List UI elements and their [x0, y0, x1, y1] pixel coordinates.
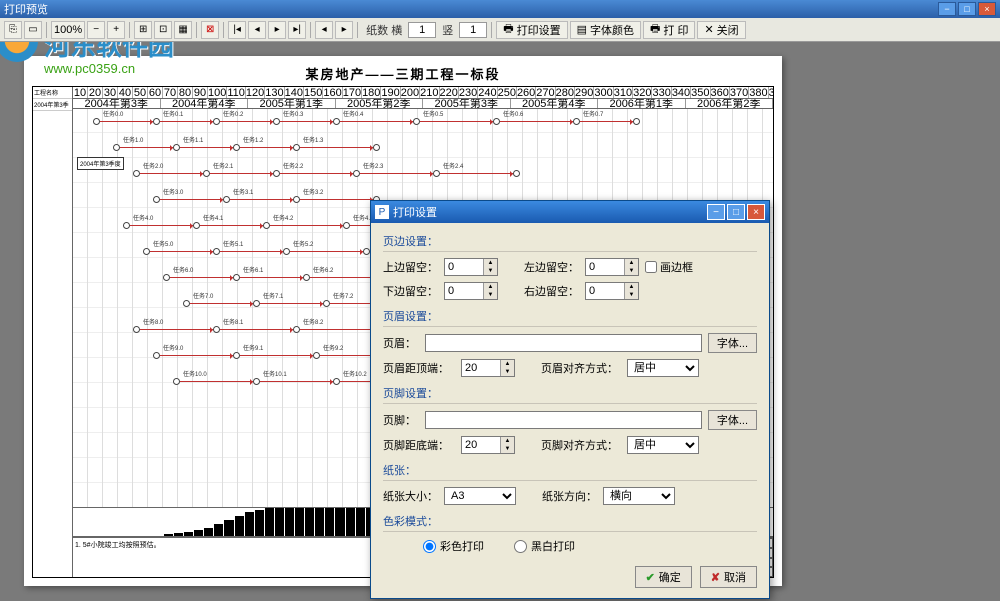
header-font-button[interactable]: 字体...	[708, 333, 757, 353]
footer-dist-label: 页脚距底端：	[383, 437, 455, 453]
fit-button[interactable]: ⊡	[154, 21, 172, 39]
header-dist-label: 页眉距顶端：	[383, 360, 455, 376]
font-color-button[interactable]: ▤字体颜色	[570, 21, 641, 39]
left-margin-label: 左边留空：	[524, 259, 579, 275]
paper-v-input[interactable]	[459, 22, 487, 38]
paper-size-label: 纸张大小：	[383, 488, 438, 504]
paper-mid-label: 竖	[438, 22, 457, 38]
footer-font-button[interactable]: 字体...	[708, 410, 757, 430]
bottom-margin-label: 下边留空：	[383, 283, 438, 299]
zoom-out-button[interactable]: −	[87, 21, 105, 39]
zoom-in-button[interactable]: +	[107, 21, 125, 39]
preview-area: 河东软件园 www.pc0359.cn 某房地产——三期工程一标段 工程名称 2…	[0, 42, 1000, 601]
right-margin-input[interactable]: ▲▼	[585, 282, 639, 300]
paper-orient-select[interactable]: 横向	[603, 487, 675, 505]
margin-section-title: 页边设置：	[383, 231, 757, 252]
maximize-button[interactable]: □	[958, 2, 976, 16]
footer-input[interactable]	[425, 411, 702, 429]
dialog-minimize-button[interactable]: −	[707, 204, 725, 220]
chart-dateband: 2004年第3季2004年第4季2005年第1季2005年第2季2005年第3季…	[73, 99, 773, 109]
dialog-close-button[interactable]: ×	[747, 204, 765, 220]
dialog-titlebar[interactable]: P 打印设置 − □ ×	[371, 201, 769, 223]
minimize-button[interactable]: −	[938, 2, 956, 16]
top-margin-input[interactable]: ▲▼	[444, 258, 498, 276]
dialog-maximize-button[interactable]: □	[727, 204, 745, 220]
x-icon: ✘	[711, 571, 720, 584]
left-column: 工程名称 2004年第3季	[33, 87, 73, 577]
chart-ruler: 1020304050607080901001101201301401501601…	[73, 87, 773, 99]
footer-label: 页脚：	[383, 412, 419, 428]
header-label: 页眉：	[383, 335, 419, 351]
tool-btn[interactable]: ⎘	[4, 21, 22, 39]
next-page-button[interactable]: ▸	[268, 21, 286, 39]
zoom-value[interactable]: 100%	[51, 21, 85, 39]
color-print-radio[interactable]: 彩色打印	[423, 538, 484, 554]
header-align-select[interactable]: 居中	[627, 359, 699, 377]
print-button[interactable]: 🖶打 印	[643, 21, 695, 39]
header-align-label: 页眉对齐方式：	[541, 360, 621, 376]
align-button[interactable]: ⊠	[201, 21, 219, 39]
color-icon: ▤	[577, 23, 587, 36]
bw-print-radio[interactable]: 黑白打印	[514, 538, 575, 554]
chart-title: 某房地产——三期工程一标段	[24, 56, 782, 87]
fit-button[interactable]: ▦	[174, 21, 192, 39]
left-margin-input[interactable]: ▲▼	[585, 258, 639, 276]
close-icon: ✕	[704, 23, 713, 36]
footer-align-select[interactable]: 居中	[627, 436, 699, 454]
footer-dist-input[interactable]: ▲▼	[461, 436, 515, 454]
dialog-icon: P	[375, 205, 389, 219]
fit-button[interactable]: ⊞	[134, 21, 152, 39]
printer-icon: 🖶	[503, 20, 513, 39]
close-button[interactable]: ×	[978, 2, 996, 16]
prev-page-button[interactable]: ◂	[248, 21, 266, 39]
paper-count-label: 纸数 横	[362, 22, 406, 38]
color-section-title: 色彩模式：	[383, 511, 757, 532]
print-settings-dialog: P 打印设置 − □ × 页边设置： 上边留空： ▲▼ 左边留空： ▲▼	[370, 200, 770, 599]
first-page-button[interactable]: |◂	[228, 21, 246, 39]
paper-size-select[interactable]: A3	[444, 487, 516, 505]
nav-button[interactable]: ◂	[315, 21, 333, 39]
printer-icon: 🖶	[650, 20, 660, 39]
app-window: 打印预览 − □ × ⎘ ▭ 100% − + ⊞ ⊡ ▦ ⊠ |◂ ◂ ▸ ▸…	[0, 0, 1000, 601]
dialog-title: 打印设置	[393, 204, 437, 220]
top-margin-label: 上边留空：	[383, 259, 438, 275]
nav-button[interactable]: ▸	[335, 21, 353, 39]
paper-h-input[interactable]	[408, 22, 436, 38]
footer-align-label: 页脚对齐方式：	[541, 437, 621, 453]
last-page-button[interactable]: ▸|	[288, 21, 306, 39]
paper-section-title: 纸张：	[383, 460, 757, 481]
header-input[interactable]	[425, 334, 702, 352]
cancel-button[interactable]: ✘取消	[700, 566, 757, 588]
ok-button[interactable]: ✔确定	[635, 566, 692, 588]
right-margin-label: 右边留空：	[524, 283, 579, 299]
bottom-margin-input[interactable]: ▲▼	[444, 282, 498, 300]
close-toolbar-button[interactable]: ✕关闭	[697, 21, 745, 39]
border-checkbox[interactable]: 画边框	[645, 259, 693, 275]
header-section-title: 页眉设置：	[383, 306, 757, 327]
window-title: 打印预览	[4, 1, 48, 17]
print-setup-button[interactable]: 🖶打印设置	[496, 21, 567, 39]
tool-btn[interactable]: ▭	[24, 21, 42, 39]
outer-titlebar: 打印预览 − □ ×	[0, 0, 1000, 18]
paper-orient-label: 纸张方向：	[542, 488, 597, 504]
toolbar: ⎘ ▭ 100% − + ⊞ ⊡ ▦ ⊠ |◂ ◂ ▸ ▸| ◂ ▸ 纸数 横 …	[0, 18, 1000, 42]
footer-section-title: 页脚设置：	[383, 383, 757, 404]
check-icon: ✔	[646, 571, 655, 584]
header-dist-input[interactable]: ▲▼	[461, 359, 515, 377]
